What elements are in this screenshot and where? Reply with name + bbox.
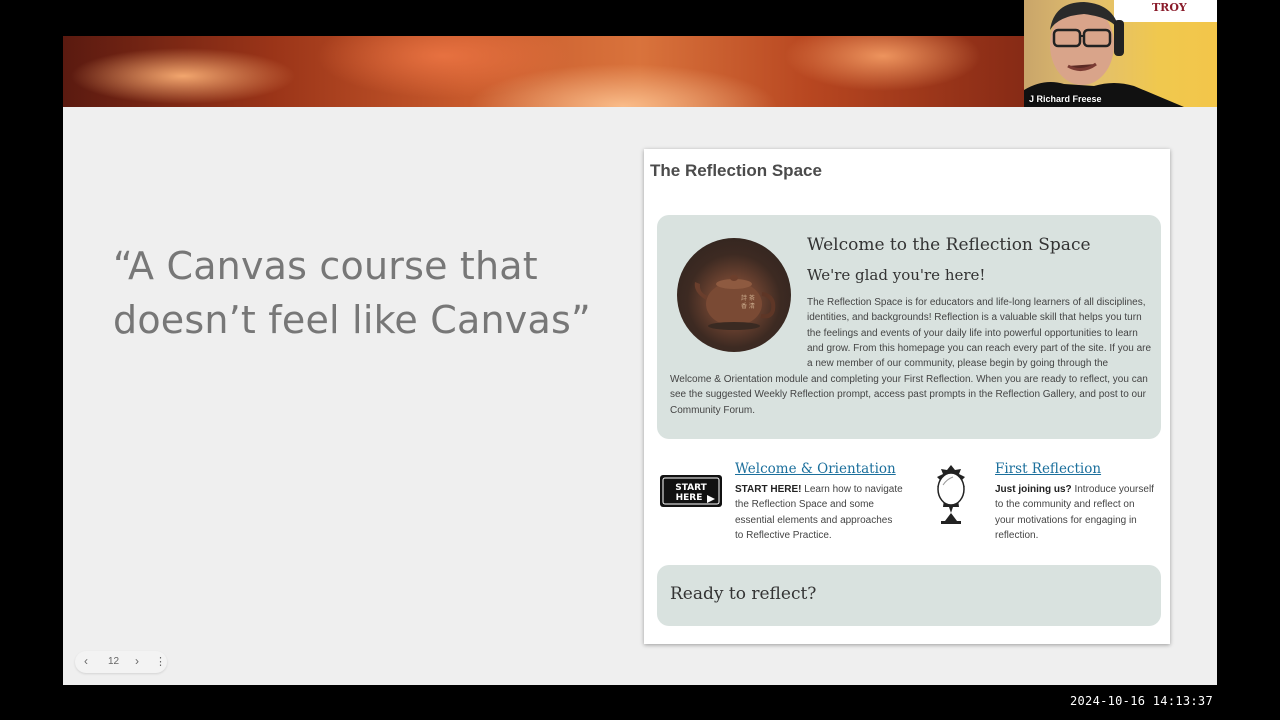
slide-pager: ‹ 12 › ⋮: [75, 651, 167, 673]
ornate-mirror-icon: [925, 463, 977, 530]
teapot-image: 詩 茶 香 清: [677, 238, 791, 352]
timestamp: 2024-10-16 14:13:37: [1070, 694, 1213, 708]
svg-text:香 清: 香 清: [741, 302, 755, 310]
desc-line: the Reflection Space and some: [735, 499, 874, 511]
start-here-sign-icon: START HERE: [659, 474, 723, 513]
here-sign-text: HERE: [676, 493, 703, 503]
next-slide-icon[interactable]: ›: [135, 654, 139, 668]
svg-text:詩 茶: 詩 茶: [741, 294, 755, 302]
desc-line: reflection.: [995, 529, 1039, 541]
welcome-orientation-link[interactable]: Welcome & Orientation: [735, 461, 896, 477]
first-reflection-description: Just joining us? Introduce yourself to t…: [995, 482, 1165, 543]
slide: “A Canvas course that doesn’t feel like …: [63, 36, 1217, 685]
welcome-heading: Welcome to the Reflection Space: [807, 235, 1091, 255]
canvas-homepage-screenshot: The Reflection Space 詩 茶 香 清 Welcome to …: [644, 149, 1170, 644]
desc-line: to Reflective Practice.: [735, 529, 832, 541]
start-sign-text: START: [675, 483, 707, 493]
desc-line: Learn how to navigate: [801, 484, 903, 495]
ready-to-reflect-heading: Ready to reflect?: [670, 584, 817, 604]
welcome-subheading: We're glad you're here!: [807, 266, 986, 284]
participant-name: J Richard Freese: [1029, 94, 1102, 104]
prev-slide-icon[interactable]: ‹: [84, 654, 88, 668]
more-options-icon[interactable]: ⋮: [155, 655, 166, 668]
first-reflection-link[interactable]: First Reflection: [995, 461, 1101, 477]
desc-line: your motivations for engaging in: [995, 514, 1137, 526]
slide-quote: “A Canvas course that doesn’t feel like …: [113, 244, 591, 342]
participant-avatar: [1024, 2, 1184, 107]
ready-to-reflect-box[interactable]: Ready to reflect?: [657, 565, 1161, 626]
desc-line: essential elements and approaches: [735, 514, 893, 526]
welcome-box: 詩 茶 香 清 Welcome to the Reflection Space …: [657, 215, 1161, 439]
desc-line: to the community and reflect on: [995, 499, 1135, 511]
welcome-orientation-description: START HERE! Learn how to navigate the Re…: [735, 482, 915, 543]
welcome-paragraph: The Reflection Space is for educators an…: [807, 297, 1152, 370]
welcome-paragraph-continued: Welcome & Orientation module and complet…: [670, 374, 1148, 416]
just-joining-lead: Just joining us?: [995, 484, 1072, 495]
desc-line: Introduce yourself: [1071, 484, 1154, 495]
panel-title: The Reflection Space: [650, 161, 822, 180]
participant-video-tile[interactable]: TROY J Richard Freese: [1024, 0, 1217, 107]
page-number: 12: [108, 656, 120, 667]
start-here-lead: START HERE!: [735, 484, 802, 495]
